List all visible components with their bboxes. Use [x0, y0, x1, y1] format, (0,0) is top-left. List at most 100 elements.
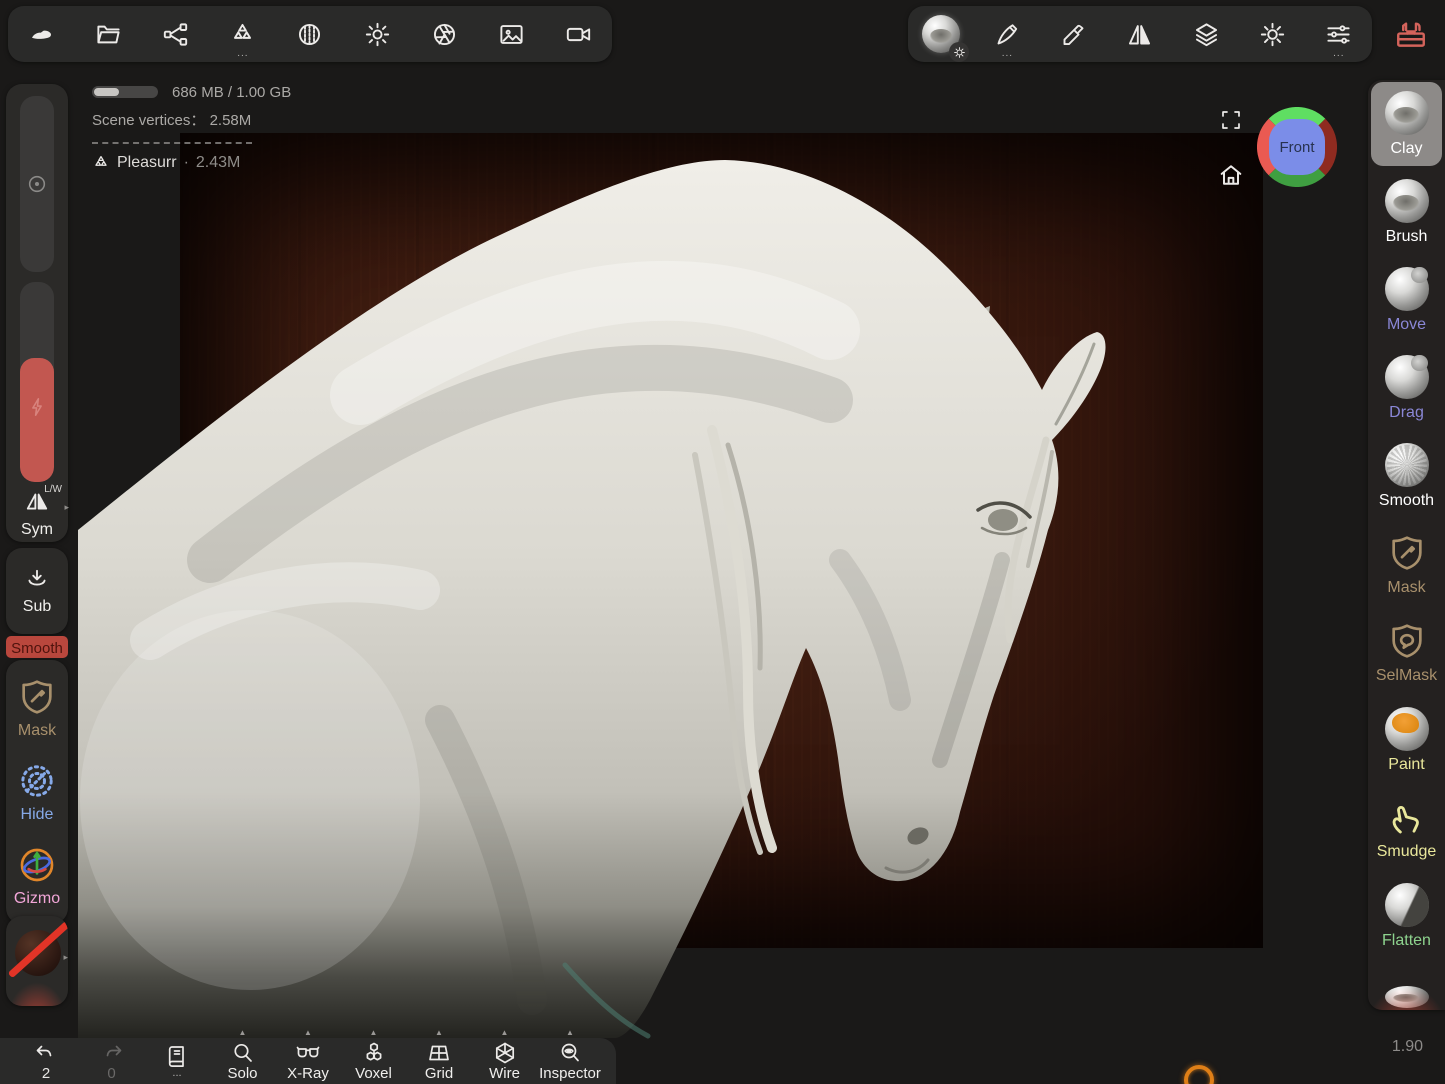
caret-up-icon: ▲	[304, 1028, 312, 1037]
symmetry-icon	[1126, 21, 1153, 48]
redo-count: 0	[107, 1067, 115, 1080]
tool-paint[interactable]: Paint	[1368, 696, 1445, 784]
caret-up-icon: ▲	[370, 1028, 378, 1037]
hide-dotted-icon	[17, 760, 57, 802]
postprocess-button[interactable]	[422, 12, 466, 56]
brush-size-slider[interactable]	[20, 96, 54, 272]
left-tools-panel: Mask Hide Gizmo	[6, 660, 68, 924]
painting-button[interactable]	[1052, 12, 1096, 56]
selmask-shield-icon	[1387, 620, 1427, 662]
smooth-shortcut-chip[interactable]: Smooth	[6, 636, 68, 658]
memory-progress-fill	[94, 88, 119, 96]
material-preview-tile[interactable]: ▸	[6, 916, 68, 1006]
toolbox-button[interactable]	[1386, 10, 1436, 60]
sliders-icon	[1325, 21, 1352, 48]
zoom-level-value: 1.90	[1392, 1038, 1423, 1056]
topology-pyramid-icon	[229, 21, 256, 48]
fullscreen-button[interactable]	[1219, 108, 1243, 137]
tool-brush[interactable]: Brush	[1368, 168, 1445, 256]
tool-flatten[interactable]: Flatten	[1368, 872, 1445, 960]
mask-shield-icon	[17, 676, 57, 718]
mask-mode-button[interactable]: Mask	[17, 676, 57, 740]
nomad-sculpt-app: ...	[0, 0, 1445, 1084]
tool-label: Drag	[1389, 404, 1424, 422]
symmetry-button[interactable]	[1118, 12, 1162, 56]
tool-clay[interactable]: Clay	[1371, 82, 1442, 166]
layers-button[interactable]	[1184, 12, 1228, 56]
image-icon	[498, 21, 525, 48]
wire-button[interactable]: ▲ Wire	[473, 1041, 537, 1081]
caret-up-icon: ▲	[566, 1028, 574, 1037]
hide-mode-button[interactable]: Hide	[17, 760, 57, 824]
scene-graph-icon	[162, 21, 189, 48]
mesh-pyramid-icon	[92, 154, 110, 172]
top-left-toolbar: ...	[8, 6, 612, 62]
sun-icon	[364, 21, 391, 48]
lightning-bolt-icon	[26, 396, 48, 418]
matcap-gear-badge	[949, 42, 969, 62]
undo-button[interactable]: 2	[14, 1043, 78, 1080]
wireframe-hex-icon	[493, 1041, 517, 1065]
paint-sphere-icon	[1385, 707, 1429, 751]
orientation-gizmo[interactable]: Front	[1257, 107, 1337, 187]
inspector-eye-icon	[558, 1041, 582, 1065]
tool-smudge[interactable]: Smudge	[1368, 784, 1445, 872]
inspector-button[interactable]: ▲ Inspector	[538, 1041, 602, 1081]
topology-button[interactable]: ...	[221, 12, 265, 56]
symmetry-toggle[interactable]: L/W ▸ Sym	[6, 488, 68, 539]
camera-button[interactable]	[556, 12, 600, 56]
sub-tool-button[interactable]: Sub	[6, 548, 68, 634]
layers-icon	[1193, 21, 1220, 48]
tool-smooth[interactable]: Smooth	[1368, 432, 1445, 520]
files-button[interactable]	[87, 12, 131, 56]
paintbrush-icon	[1060, 21, 1087, 48]
inspector-label: Inspector	[539, 1066, 601, 1081]
xray-button[interactable]: ▲ X-Ray	[276, 1041, 340, 1081]
aperture-icon	[431, 21, 458, 48]
tool-drag[interactable]: Drag	[1368, 344, 1445, 432]
settings-button[interactable]	[1251, 12, 1295, 56]
sym-expand-arrow[interactable]: ▸	[64, 502, 69, 513]
app-logo-button[interactable]	[20, 12, 64, 56]
caret-up-icon: ▲	[239, 1028, 247, 1037]
stroke-button[interactable]: ...	[985, 12, 1029, 56]
redo-button[interactable]: 0	[80, 1043, 144, 1080]
grid-button[interactable]: ▲ Grid	[407, 1041, 471, 1081]
xray-glasses-icon	[296, 1041, 320, 1065]
caret-up-icon: ▲	[435, 1028, 443, 1037]
undo-count: 2	[42, 1067, 50, 1080]
dashed-separator	[92, 142, 252, 144]
more-dots: ...	[985, 50, 1029, 58]
home-button[interactable]	[1217, 161, 1245, 194]
smooth-chip-label: Smooth	[11, 640, 63, 657]
tool-selmask[interactable]: SelMask	[1368, 608, 1445, 696]
folder-icon	[95, 21, 122, 48]
lighting-button[interactable]	[355, 12, 399, 56]
gear-icon	[953, 46, 966, 59]
material-sphere-icon	[296, 21, 323, 48]
tool-label: Smooth	[1379, 492, 1434, 510]
history-more-dots: ...	[172, 1068, 181, 1078]
tool-label: SelMask	[1376, 667, 1437, 685]
tool-mask[interactable]: Mask	[1368, 520, 1445, 608]
object-row[interactable]: Pleasurr · 2.43M	[92, 154, 291, 172]
tool-label: Clay	[1390, 140, 1422, 158]
history-button[interactable]: ...	[145, 1044, 209, 1078]
gizmo-mode-button[interactable]: Gizmo	[14, 844, 60, 908]
background-button[interactable]	[489, 12, 533, 56]
tool-move[interactable]: Move	[1368, 256, 1445, 344]
touch-indicator-ring	[1184, 1065, 1214, 1084]
matcap-button[interactable]	[919, 12, 963, 56]
brush-intensity-slider[interactable]	[20, 282, 54, 482]
material-expand-arrow[interactable]: ▸	[63, 952, 68, 963]
sub-label: Sub	[23, 598, 51, 616]
solo-button[interactable]: ▲ Solo	[211, 1041, 275, 1081]
solo-label: Solo	[227, 1066, 257, 1081]
scene-graph-button[interactable]	[154, 12, 198, 56]
more-dots: ...	[1317, 50, 1361, 58]
voxel-button[interactable]: ▲ Voxel	[342, 1041, 406, 1081]
move-sphere-icon	[1385, 267, 1429, 311]
material-button[interactable]	[288, 12, 332, 56]
interface-button[interactable]: ...	[1317, 12, 1361, 56]
undo-arrow-icon	[34, 1043, 58, 1067]
